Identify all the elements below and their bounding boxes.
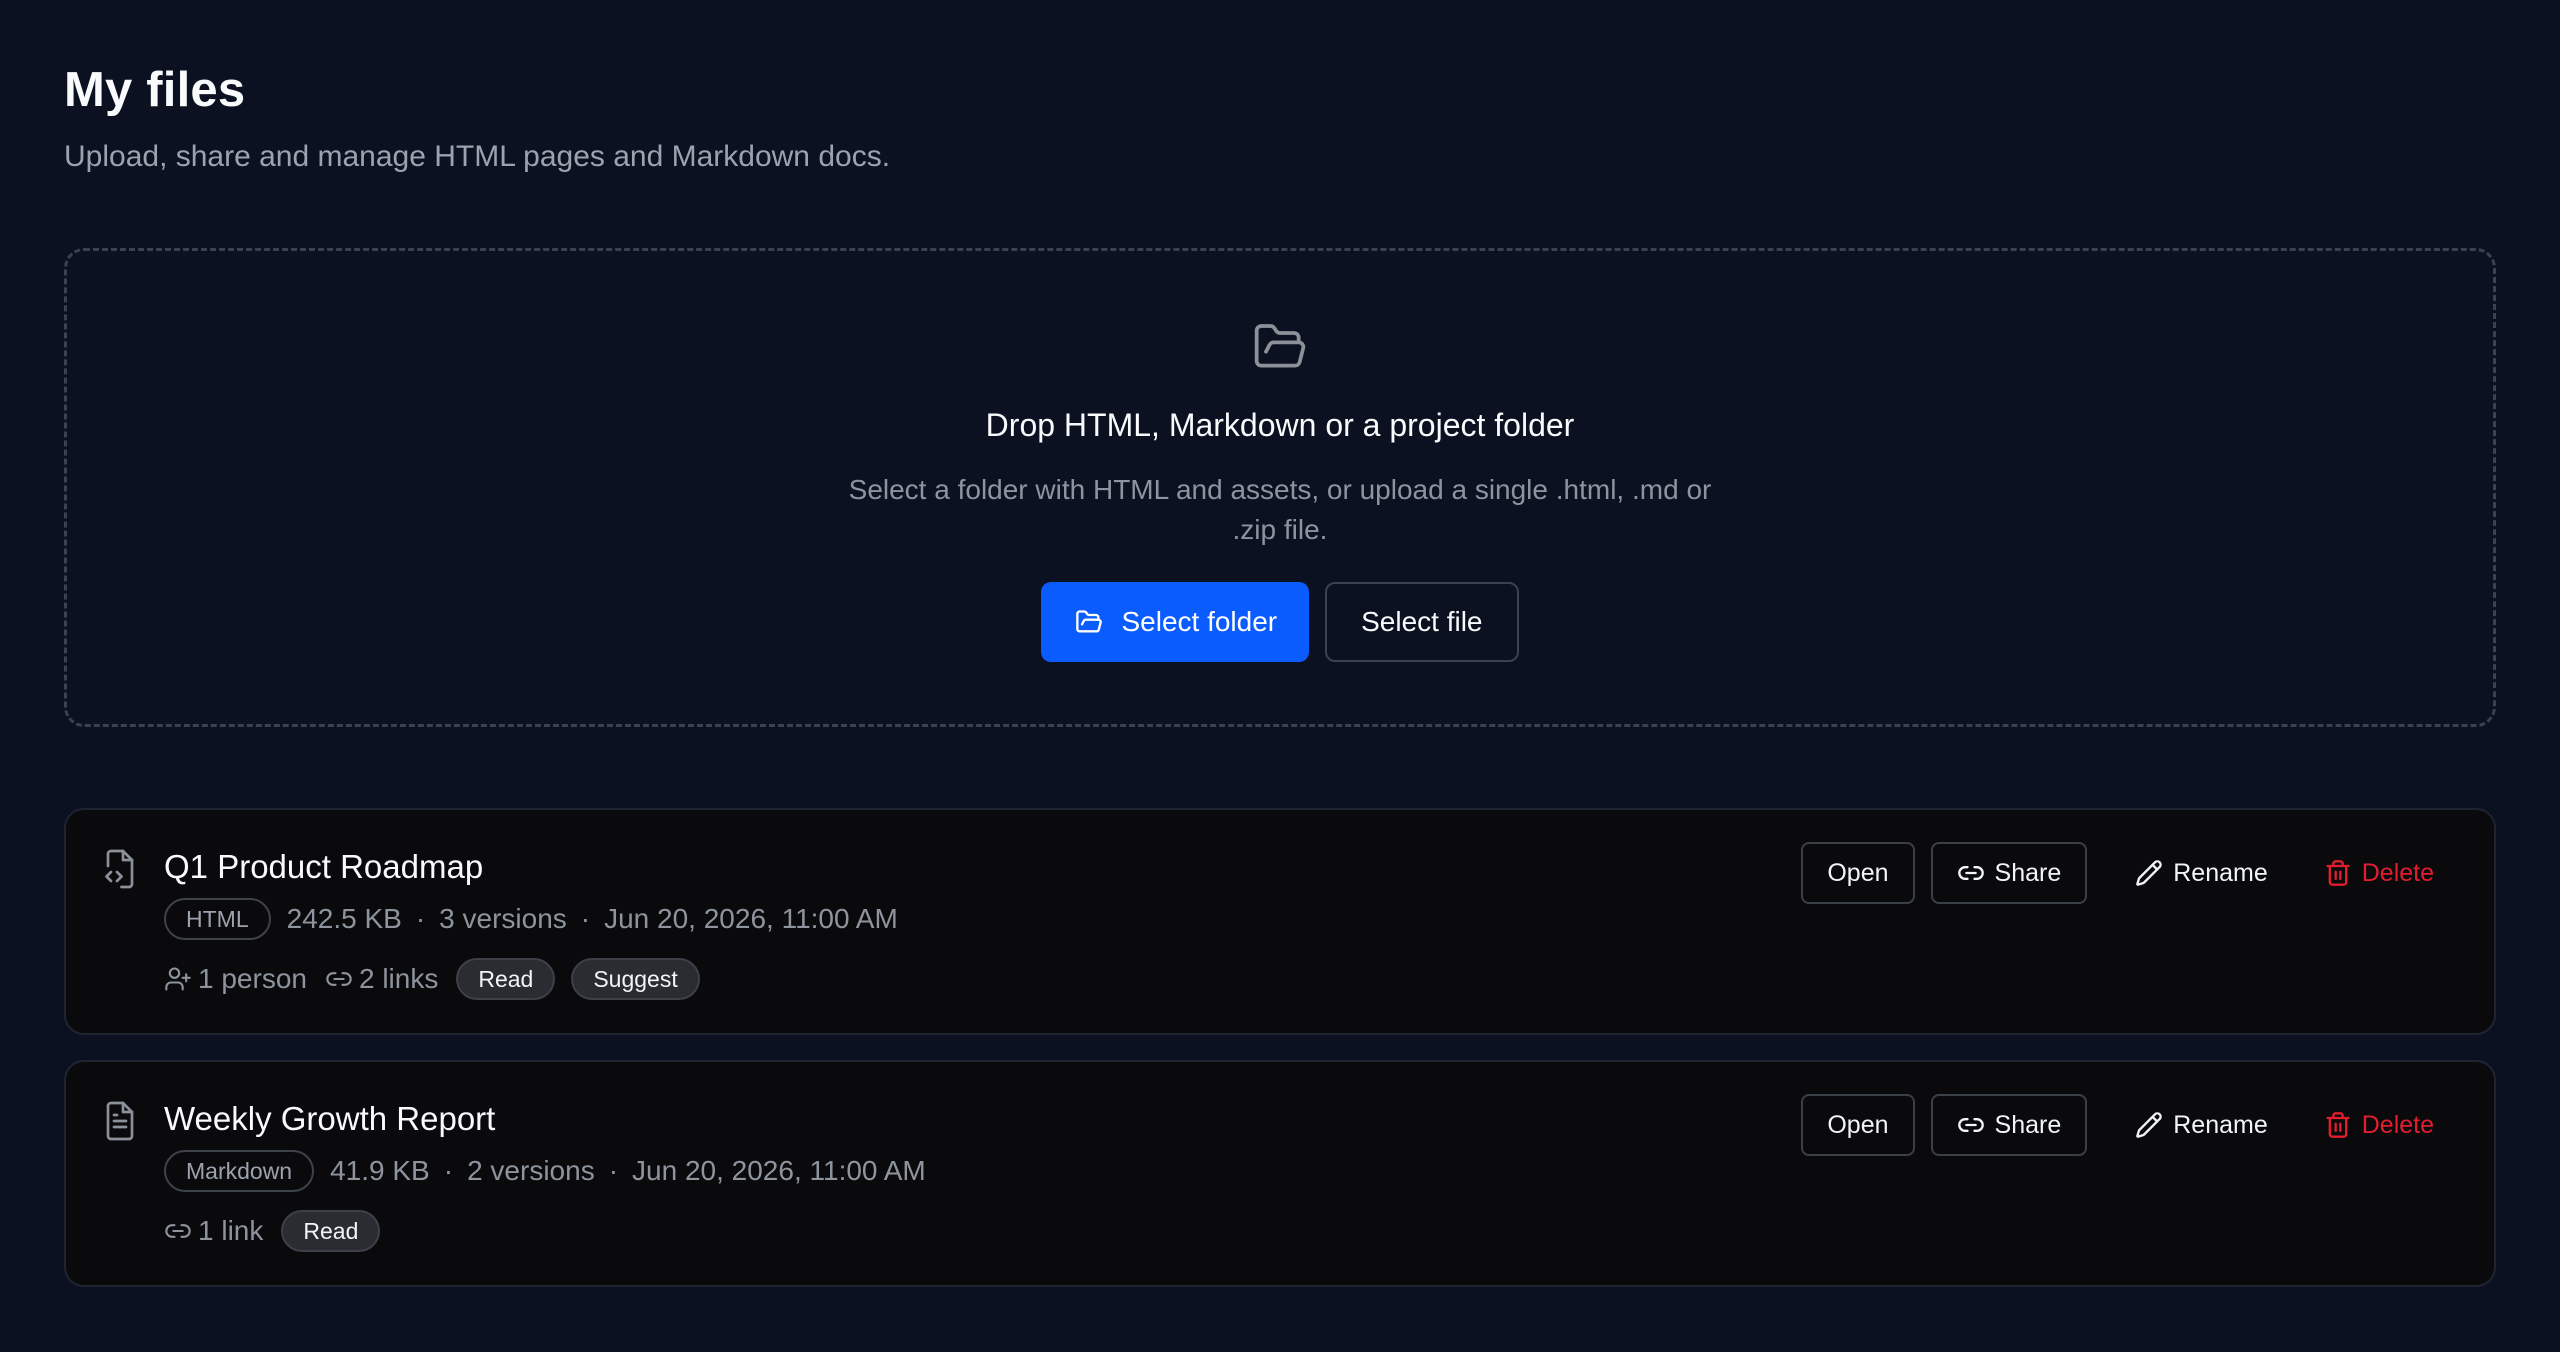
dropzone-description: Select a folder with HTML and assets, or… [848, 474, 1712, 545]
links-count-label: 1 link [198, 1215, 264, 1246]
user-plus-icon [165, 967, 191, 991]
links-count: 2 links [325, 963, 438, 995]
file-meta: HTML 242.5 KB · 3 versions · Jun 20, 202… [164, 898, 898, 940]
select-folder-button[interactable]: Select folder [1041, 582, 1310, 662]
file-name[interactable]: Q1 Product Roadmap [164, 848, 483, 886]
open-button[interactable]: Open [1801, 1094, 1915, 1156]
sharing-summary: 1 person 2 links Read Suggest [164, 958, 716, 1000]
page-title: My files [64, 63, 246, 117]
link-icon [1957, 866, 1984, 880]
rename-label: Rename [2173, 1110, 2268, 1139]
file-text-icon [106, 1101, 134, 1141]
file-card: Weekly Growth Report Markdown 41.9 KB · … [64, 1060, 2496, 1287]
rename-button[interactable]: Rename [2111, 1094, 2292, 1156]
separator-dot: · [580, 903, 591, 934]
file-actions: Open Share Rename Delete [1801, 1094, 2458, 1156]
file-name[interactable]: Weekly Growth Report [164, 1100, 495, 1138]
share-label: Share [1994, 858, 2062, 887]
share-button[interactable]: Share [1930, 842, 2088, 904]
link-icon [326, 972, 352, 986]
people-count: 1 person [164, 963, 307, 995]
links-count: 1 link [164, 1215, 263, 1247]
file-type-badge: Markdown [164, 1150, 315, 1192]
file-card: Q1 Product Roadmap HTML 242.5 KB · 3 ver… [64, 808, 2496, 1035]
link-icon [1957, 1118, 1984, 1132]
delete-button[interactable]: Delete [2300, 842, 2458, 904]
links-count-label: 2 links [358, 963, 439, 994]
link-icon [165, 1224, 191, 1238]
share-button[interactable]: Share [1930, 1094, 2088, 1156]
dropzone-title: Drop HTML, Markdown or a project folder [985, 407, 1575, 443]
file-meta: Markdown 41.9 KB · 2 versions · Jun 20, … [164, 1150, 926, 1192]
permission-badge-read: Read [456, 958, 556, 1000]
permission-badge-suggest: Suggest [571, 958, 700, 1000]
select-folder-label: Select folder [1121, 606, 1278, 637]
select-file-button[interactable]: Select file [1325, 582, 1519, 662]
folder-open-icon [1076, 610, 1103, 633]
share-label: Share [1994, 1110, 2062, 1139]
pencil-icon [2136, 1112, 2162, 1138]
folder-open-icon [1254, 324, 1306, 368]
delete-label: Delete [2361, 858, 2434, 887]
delete-button[interactable]: Delete [2300, 1094, 2458, 1156]
sharing-summary: 1 link Read [164, 1210, 396, 1252]
separator-dot: · [608, 1155, 619, 1186]
file-date: Jun 20, 2026, 11:00 AM [604, 903, 898, 934]
file-versions: 2 versions [467, 1155, 595, 1186]
file-size: 242.5 KB [286, 903, 402, 934]
file-versions: 3 versions [439, 903, 567, 934]
separator-dot: · [443, 1155, 454, 1186]
my-files-page: My files Upload, share and manage HTML p… [0, 0, 2560, 1352]
trash-icon [2326, 860, 2350, 886]
people-count-label: 1 person [198, 963, 307, 994]
page-subtitle: Upload, share and manage HTML pages and … [64, 140, 891, 173]
rename-label: Rename [2173, 858, 2268, 887]
file-code-icon [105, 849, 134, 889]
dropzone-actions: Select folder Select file [1041, 582, 1519, 662]
file-date: Jun 20, 2026, 11:00 AM [632, 1155, 926, 1186]
trash-icon [2326, 1112, 2350, 1138]
file-actions: Open Share Rename Delete [1801, 842, 2458, 904]
rename-button[interactable]: Rename [2111, 842, 2292, 904]
file-type-badge: HTML [164, 898, 271, 940]
file-size: 41.9 KB [330, 1155, 430, 1186]
open-button[interactable]: Open [1801, 842, 1915, 904]
permission-badge-read: Read [281, 1210, 381, 1252]
delete-label: Delete [2361, 1110, 2434, 1139]
pencil-icon [2136, 860, 2162, 886]
upload-dropzone[interactable]: Drop HTML, Markdown or a project folder … [64, 248, 2496, 727]
separator-dot: · [415, 903, 426, 934]
